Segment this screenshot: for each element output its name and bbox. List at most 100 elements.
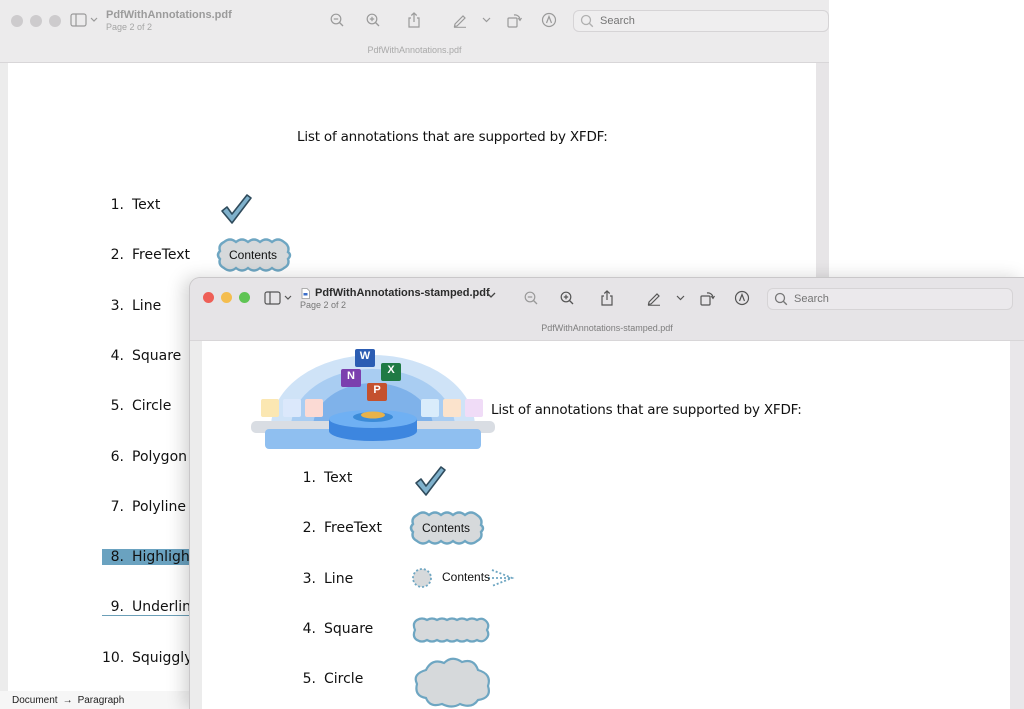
list-item: 3. Line [102, 297, 162, 314]
list-item-label: FreeText [132, 247, 191, 264]
square-annotation-cloud[interactable] [411, 617, 491, 643]
title-menu-button[interactable] [485, 289, 497, 301]
list-item-number: 2. [302, 520, 316, 537]
share-icon [601, 290, 613, 306]
list-item: 6. Polygon [102, 449, 187, 465]
search-input[interactable] [792, 292, 996, 306]
list-item-label: Square [132, 347, 182, 364]
background-window-strip [829, 0, 1024, 278]
share-button[interactable] [406, 11, 422, 29]
markup-menu-button[interactable] [674, 292, 686, 304]
list-item-highlighted: 8. Highlight [102, 549, 196, 566]
list-item-label: Highlight [132, 549, 196, 566]
zoom-out-button[interactable] [523, 290, 539, 306]
zoom-in-button[interactable] [365, 12, 381, 28]
list-item: 5. Circle [102, 398, 172, 415]
markup-pen-icon [647, 293, 660, 306]
search-field[interactable] [767, 288, 1013, 310]
list-item: 10. Squiggly [102, 650, 192, 666]
breadcrumb-document[interactable]: Document [12, 695, 58, 706]
page-indicator: Page 2 of 2 [106, 22, 153, 32]
list-item: 1. Text [102, 197, 161, 213]
list-item-number: 1. [110, 197, 124, 213]
annotate-button[interactable] [733, 289, 751, 307]
list-item-label: FreeText [324, 520, 383, 537]
zoom-button[interactable] [49, 15, 61, 27]
list-item: 5. Circle [294, 671, 364, 688]
zoom-in-button[interactable] [559, 290, 575, 306]
list-item-label: Line [132, 297, 162, 314]
list-item-number: 6. [110, 448, 124, 465]
search-input[interactable] [598, 14, 802, 28]
zoom-in-icon [366, 13, 380, 27]
list-item-number: 10. [102, 649, 125, 666]
front-titlebar: PdfWithAnnotations-stamped.pdf Page 2 of… [190, 278, 1024, 341]
zoom-out-button[interactable] [329, 12, 345, 28]
list-item: 2. FreeText [294, 520, 382, 536]
markup-button[interactable] [451, 11, 469, 29]
list-item: 3. Line [294, 570, 354, 587]
front-window-edge [1010, 341, 1024, 709]
breadcrumb-paragraph[interactable]: Paragraph [78, 695, 125, 706]
list-item: 4. Square [102, 347, 182, 364]
onenote-app-letter: N [347, 370, 355, 382]
powerpoint-app-letter: P [373, 384, 381, 396]
list-item-label: Polygon [132, 448, 188, 465]
minimize-button[interactable] [30, 15, 42, 27]
list-item: 2. FreeText [102, 247, 190, 263]
text-annotation-checkmark[interactable] [219, 193, 253, 225]
annotate-button[interactable] [540, 11, 558, 29]
markup-button[interactable] [645, 289, 663, 307]
close-button[interactable] [203, 292, 214, 303]
minimize-button[interactable] [221, 292, 232, 303]
rotate-button[interactable] [698, 289, 716, 307]
list-item-label: Circle [324, 671, 364, 688]
page-heading: List of annotations that are supported b… [297, 129, 608, 145]
chevron-down-icon [676, 295, 684, 301]
list-item-number: 7. [110, 498, 124, 515]
window-subtitle: PdfWithAnnotations.pdf [367, 45, 462, 55]
freetext-annotation-contents: Contents [422, 521, 471, 535]
list-item-label: Line [324, 570, 354, 587]
list-item-label: Square [324, 620, 374, 637]
list-item-number: 1. [302, 470, 316, 486]
pdf-file-icon [301, 288, 310, 299]
freetext-annotation-contents: Contents [229, 248, 278, 262]
circle-annotation-cloud[interactable] [412, 656, 494, 709]
sidebar-toggle-button[interactable] [69, 12, 99, 28]
document-title: PdfWithAnnotations.pdf [106, 9, 232, 21]
list-item-number: 8. [110, 549, 124, 566]
markup-menu-button[interactable] [480, 14, 492, 26]
markup-pen-icon [453, 15, 466, 28]
share-icon [408, 12, 420, 28]
zoom-button[interactable] [239, 292, 250, 303]
text-annotation-checkmark[interactable] [413, 465, 447, 497]
list-item: 7. Polyline [102, 499, 186, 515]
list-item-label: Circle [132, 398, 172, 415]
window-subtitle: PdfWithAnnotations-stamped.pdf [541, 323, 673, 333]
annotate-icon [541, 12, 557, 28]
list-item-number: 4. [110, 347, 124, 364]
zoom-out-icon [524, 291, 538, 305]
front-page-view[interactable]: W N X P List of annotations that are sup… [202, 341, 1010, 709]
search-icon [580, 14, 594, 28]
list-item-number: 3. [302, 570, 316, 587]
list-item-label: Text [324, 470, 353, 486]
search-field[interactable] [573, 10, 829, 32]
list-item: 1. Text [294, 470, 353, 486]
page-heading: List of annotations that are supported b… [491, 402, 802, 418]
window-controls [11, 15, 61, 27]
zoom-in-icon [560, 291, 574, 305]
sidebar-icon [264, 291, 292, 305]
list-item-number: 5. [302, 671, 316, 688]
zoom-out-icon [330, 13, 344, 27]
list-item-label: Text [132, 197, 161, 213]
share-button[interactable] [599, 289, 615, 307]
breadcrumb-arrow-icon: → [62, 694, 73, 706]
search-icon [774, 292, 788, 306]
office-cloud-stamp-image [251, 349, 495, 449]
rotate-button[interactable] [505, 11, 523, 29]
chevron-down-icon [482, 17, 490, 23]
sidebar-toggle-button[interactable] [263, 290, 293, 306]
close-button[interactable] [11, 15, 23, 27]
